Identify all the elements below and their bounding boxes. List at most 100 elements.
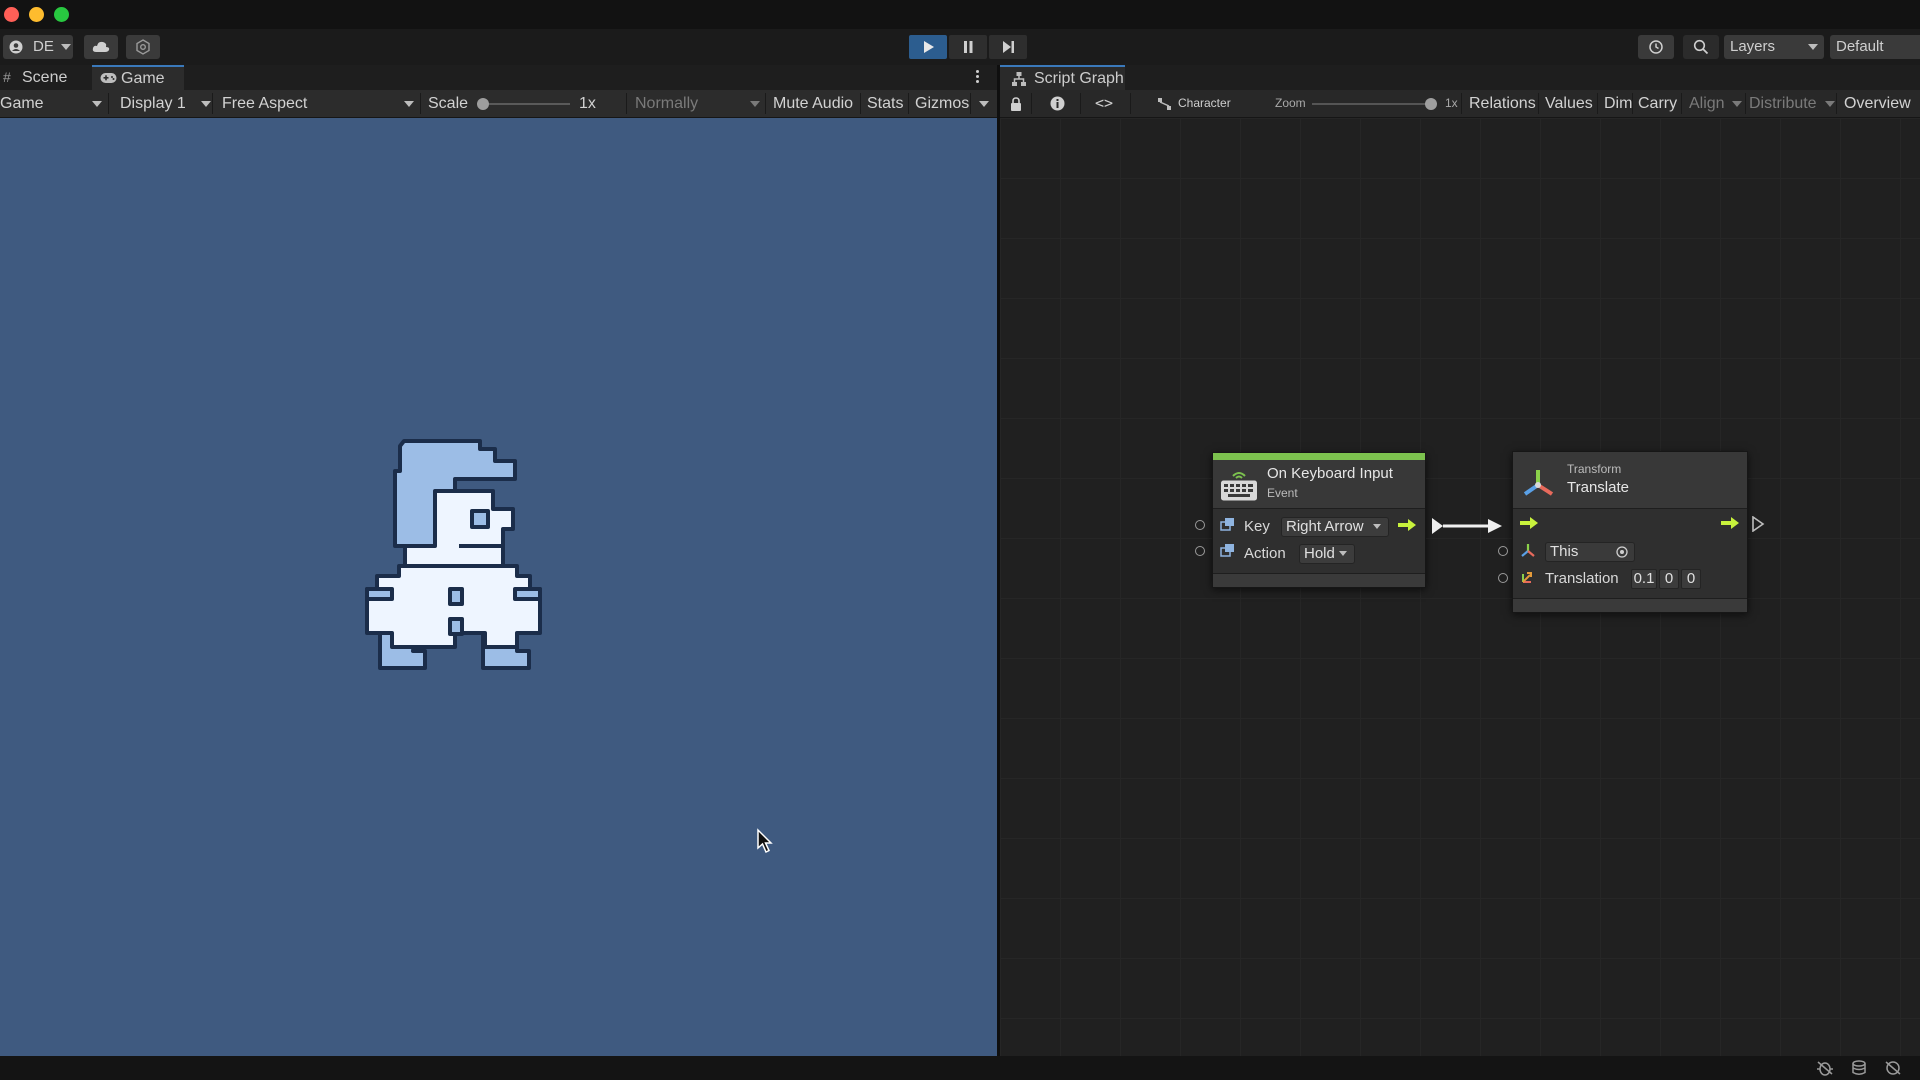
zoom-slider-handle[interactable] — [1425, 98, 1437, 110]
divider — [1836, 93, 1837, 114]
close-window-button[interactable] — [4, 7, 19, 22]
translation-y-field[interactable]: 0 — [1659, 569, 1679, 589]
align-label: Align — [1689, 95, 1725, 112]
node-title: On Keyboard Input — [1267, 465, 1393, 482]
script-graph-toolbar: <> Character Zoom 1x Relations Values Di… — [1000, 90, 1920, 118]
code-icon[interactable]: <> — [1095, 94, 1113, 112]
search-icon — [1693, 39, 1709, 55]
grid-icon: # — [3, 69, 11, 85]
key-dropdown[interactable]: Right Arrow — [1281, 517, 1389, 537]
display-dropdown[interactable]: Display 1 — [120, 90, 216, 117]
bug-icon[interactable] — [1816, 1060, 1834, 1076]
divider — [626, 93, 627, 114]
lock-icon[interactable] — [1010, 97, 1022, 111]
relations-toggle[interactable]: Relations — [1469, 90, 1536, 117]
gamepad-icon — [100, 73, 117, 83]
translation-label: Translation — [1545, 570, 1619, 587]
network-icon[interactable] — [1884, 1060, 1902, 1076]
distribute-label: Distribute — [1749, 95, 1817, 112]
target-object-field[interactable]: This — [1545, 542, 1635, 562]
flow-output-arrow-icon[interactable] — [1720, 516, 1740, 530]
translation-z-field[interactable]: 0 — [1681, 569, 1701, 589]
divider — [212, 93, 213, 114]
scale-slider-handle[interactable] — [477, 98, 489, 110]
scale-value: 1x — [579, 95, 596, 112]
flow-connection[interactable] — [1430, 516, 1505, 536]
flow-output-port-icon[interactable] — [1751, 516, 1765, 532]
script-graph-tabbar: Script Graph — [1000, 65, 1920, 90]
play-focus-dropdown[interactable]: Normally — [635, 90, 763, 117]
layout-dropdown[interactable]: Default — [1830, 35, 1920, 59]
game-view[interactable] — [0, 118, 997, 1056]
account-dropdown[interactable]: DE — [3, 35, 73, 59]
view-mode-dropdown[interactable]: Game — [0, 90, 106, 117]
aspect-label: Free Aspect — [222, 95, 308, 112]
transform-translate-node[interactable]: Transform Translate This Translation 0.1… — [1498, 451, 1765, 613]
action-label: Action — [1244, 545, 1286, 562]
divider — [765, 93, 766, 114]
main-toolbar: DE Layers Default — [0, 29, 1920, 66]
align-dropdown[interactable]: Align — [1689, 90, 1742, 117]
chevron-down-icon — [201, 101, 211, 107]
action-dropdown[interactable]: Hold — [1299, 544, 1355, 564]
step-button[interactable] — [989, 35, 1027, 59]
tab-script-graph[interactable]: Script Graph — [1000, 65, 1125, 90]
search-button[interactable] — [1683, 35, 1719, 59]
object-picker-icon[interactable] — [1616, 546, 1628, 558]
more-options-icon[interactable] — [976, 70, 980, 86]
translation-input-port[interactable] — [1498, 573, 1508, 583]
carry-toggle[interactable]: Carry — [1638, 90, 1677, 117]
values-toggle[interactable]: Values — [1545, 90, 1593, 117]
undo-history-button[interactable] — [1638, 35, 1674, 59]
divider — [1130, 93, 1131, 114]
keyboard-input-node[interactable]: On Keyboard Input Event Key Right Arrow … — [1195, 452, 1426, 588]
layers-dropdown[interactable]: Layers — [1724, 35, 1824, 59]
script-graph-canvas[interactable]: On Keyboard Input Event Key Right Arrow … — [1000, 118, 1920, 1056]
divider — [908, 93, 909, 114]
node-footer — [1213, 573, 1425, 587]
node-accent-bar — [1213, 453, 1425, 460]
gizmos-toggle[interactable]: Gizmos — [915, 90, 969, 117]
action-input-port[interactable] — [1195, 546, 1205, 556]
info-icon[interactable] — [1050, 96, 1065, 111]
translation-x-field[interactable]: 0.1 — [1631, 569, 1657, 589]
node-footer — [1513, 598, 1747, 612]
cloud-icon — [92, 41, 110, 52]
pause-button[interactable] — [949, 35, 987, 59]
divider — [420, 93, 421, 114]
breadcrumb-character[interactable]: Character — [1178, 96, 1231, 110]
scale-slider-track[interactable] — [480, 103, 570, 105]
zoom-window-button[interactable] — [54, 7, 69, 22]
aspect-dropdown[interactable]: Free Aspect — [222, 90, 418, 117]
zoom-slider-track[interactable] — [1312, 103, 1434, 105]
play-button[interactable] — [909, 35, 947, 59]
divider — [1031, 93, 1032, 114]
step-icon — [1003, 41, 1014, 53]
mute-audio-toggle[interactable]: Mute Audio — [773, 90, 853, 117]
stats-toggle[interactable]: Stats — [867, 90, 903, 117]
gizmos-dropdown-icon[interactable] — [979, 101, 989, 107]
node-category: Transform — [1567, 462, 1622, 476]
vector-type-icon — [1522, 572, 1532, 583]
key-input-port[interactable] — [1195, 520, 1205, 530]
action-type-icon — [1220, 544, 1234, 557]
minimize-window-button[interactable] — [29, 7, 44, 22]
target-input-port[interactable] — [1498, 546, 1508, 556]
flow-output-arrow-icon[interactable] — [1397, 518, 1417, 532]
flow-input-arrow-icon[interactable] — [1519, 516, 1539, 530]
mouse-cursor-icon — [757, 828, 773, 854]
distribute-dropdown[interactable]: Distribute — [1749, 90, 1835, 117]
database-icon[interactable] — [1850, 1060, 1868, 1076]
pixel-character-sprite — [365, 439, 542, 670]
overview-button[interactable]: Overview — [1844, 90, 1911, 117]
collab-button[interactable] — [126, 35, 160, 59]
tab-game[interactable]: Game — [92, 65, 184, 90]
chevron-down-icon — [404, 101, 414, 107]
game-view-toolbar: Game Display 1 Free Aspect Scale 1x Norm… — [0, 90, 998, 118]
cloud-button[interactable] — [84, 35, 118, 59]
tab-scene[interactable]: # Scene — [0, 65, 88, 90]
play-focus-label: Normally — [635, 95, 699, 112]
divider — [108, 93, 109, 114]
layout-label: Default — [1836, 38, 1884, 55]
dim-toggle[interactable]: Dim — [1604, 90, 1632, 117]
